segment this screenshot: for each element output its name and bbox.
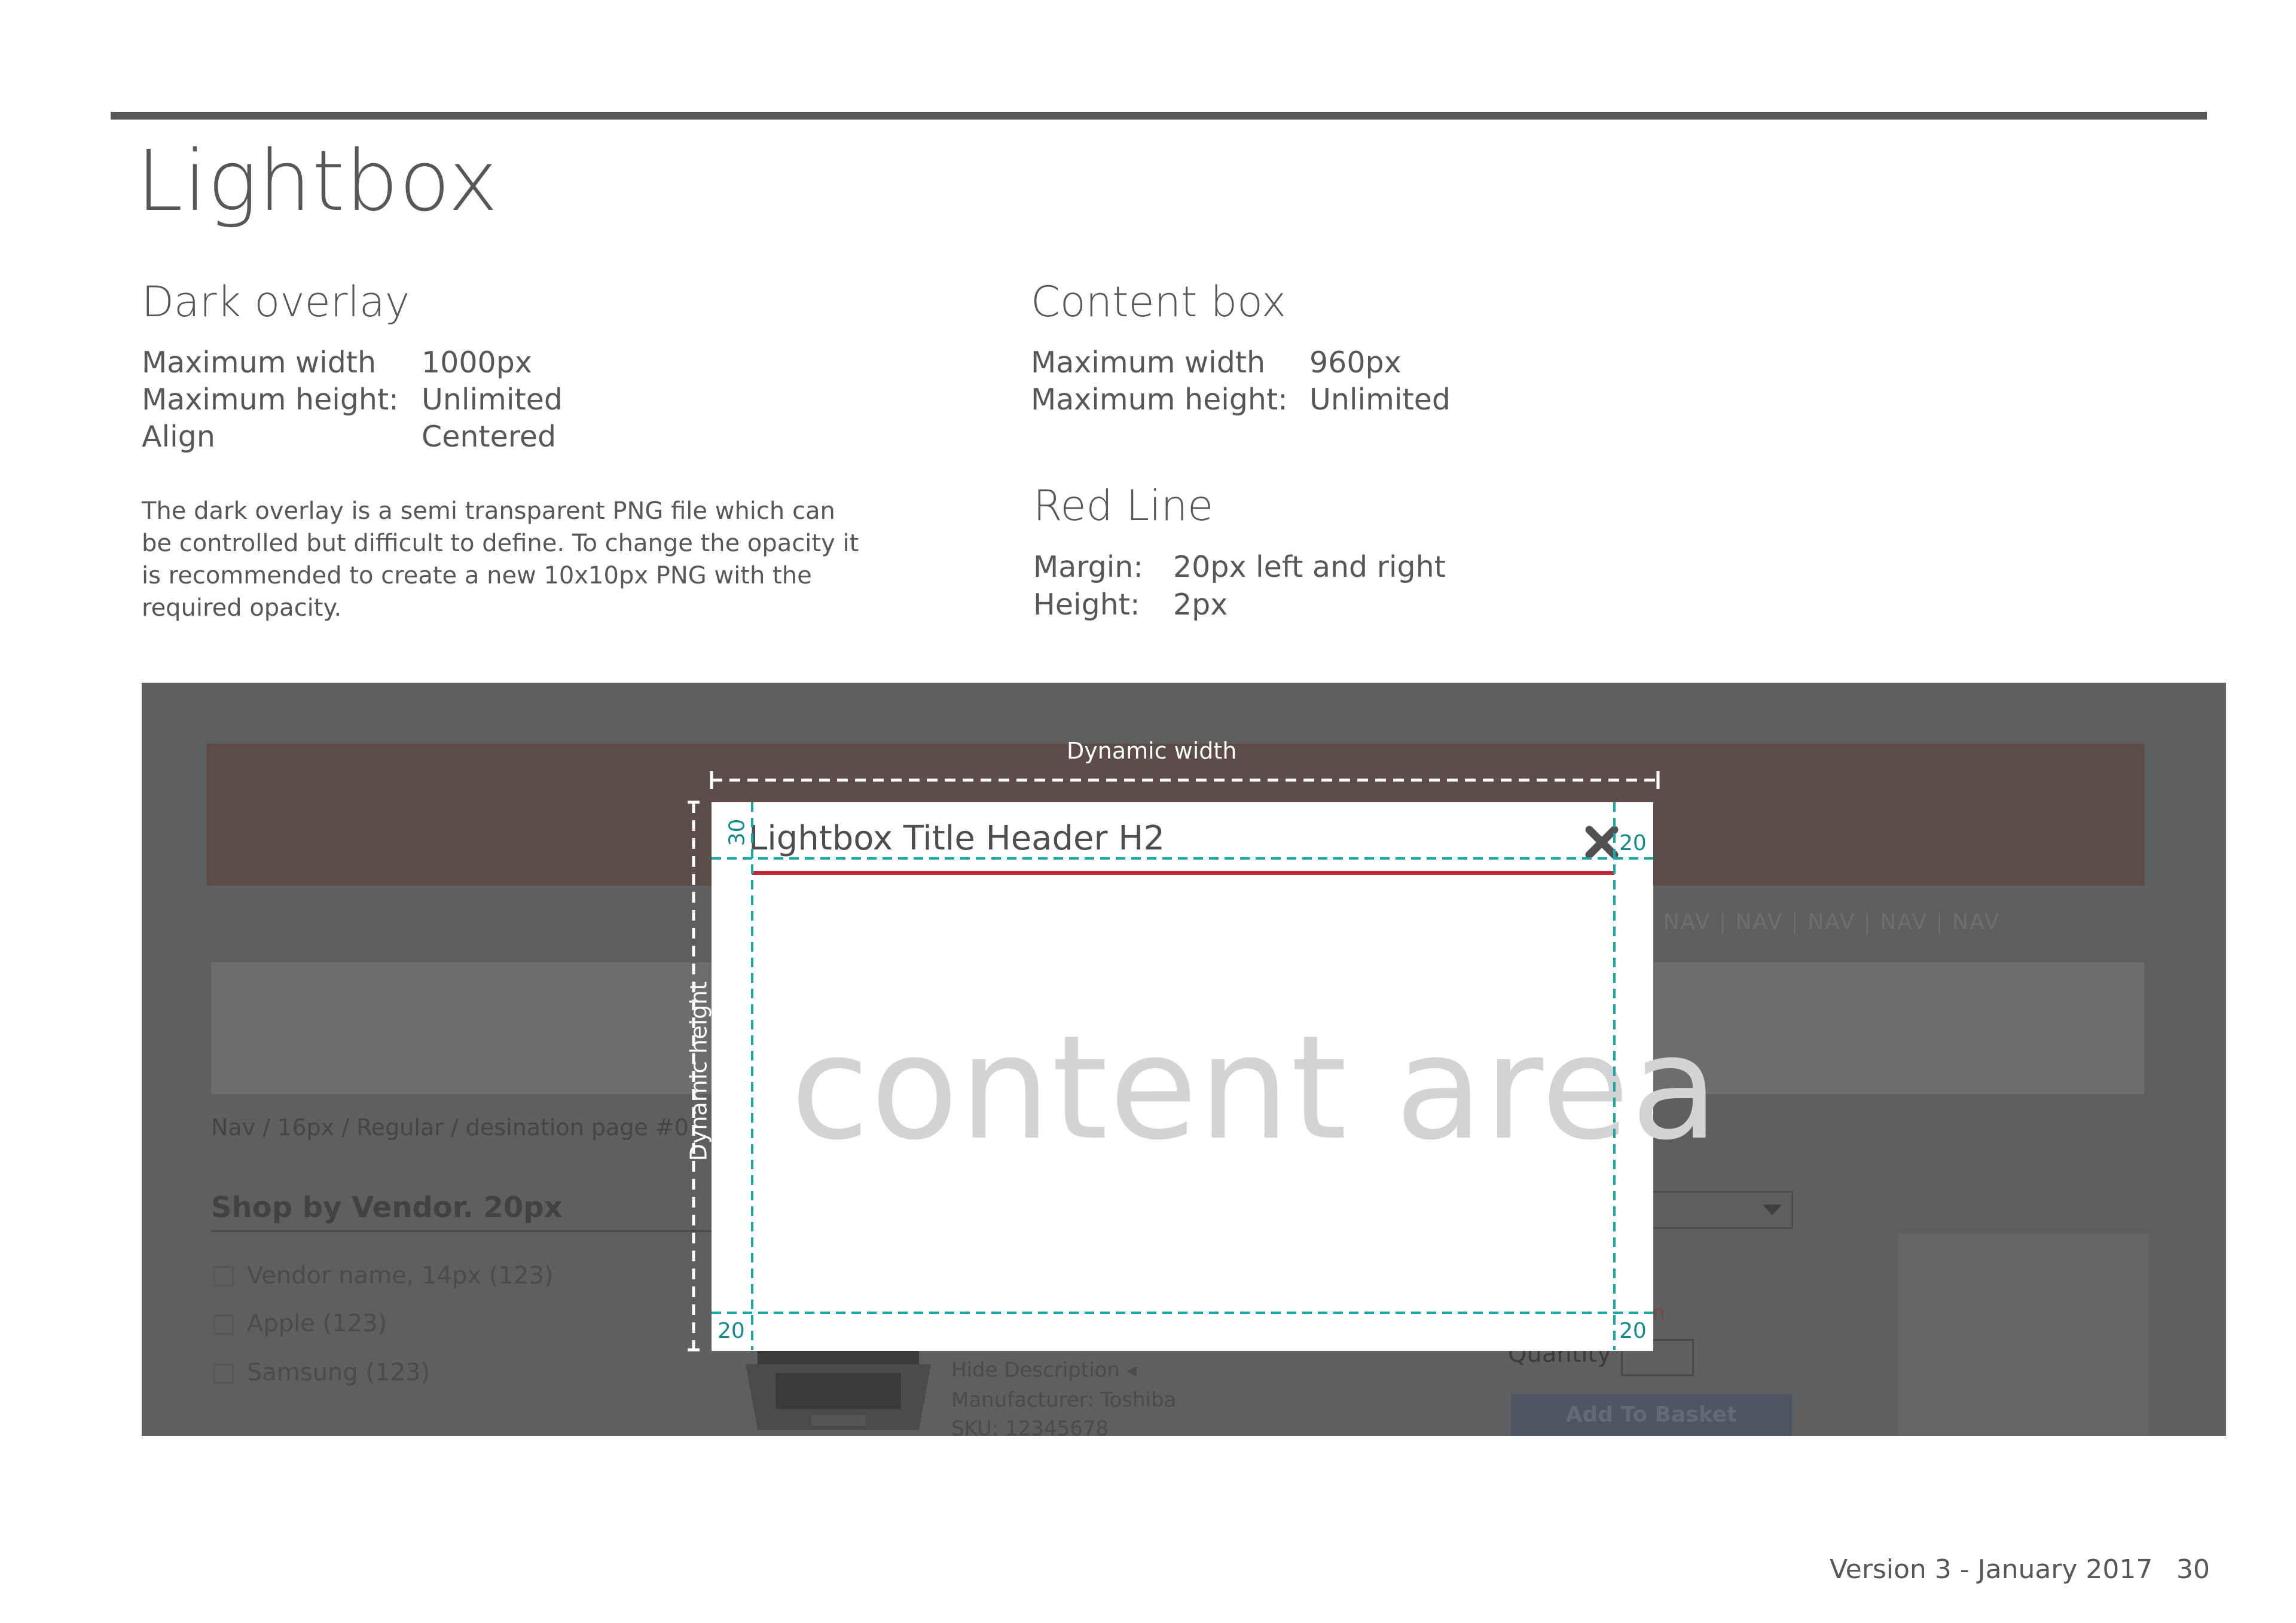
dynamic-width-label: Dynamic width	[1067, 738, 1237, 764]
top-spacing-label: 30	[725, 818, 750, 846]
bottom-right-spacing-label: 20	[1619, 1319, 1647, 1343]
bottom-left-spacing-label: 20	[718, 1319, 745, 1343]
dimension-guides	[688, 771, 1660, 1352]
page-number: 30	[2176, 1554, 2210, 1585]
version-label: Version 3 - January 2017	[1830, 1554, 2153, 1585]
dynamic-height-label: Dynamic height	[685, 981, 712, 1162]
right-spacing-label: 20	[1619, 831, 1647, 855]
